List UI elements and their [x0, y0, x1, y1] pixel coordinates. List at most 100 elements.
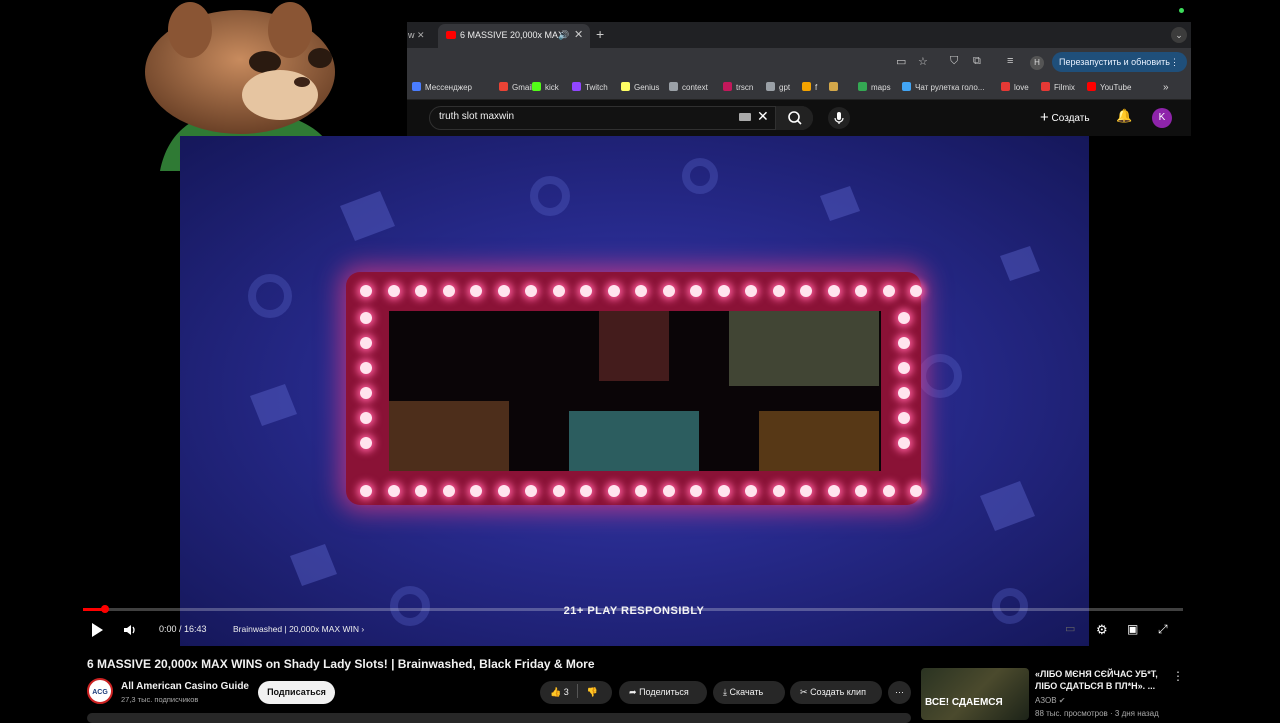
description-box[interactable] — [87, 713, 911, 723]
recommended-thumbnail-text: ВСЕ! СДАЕМСЯ — [925, 697, 1003, 708]
bookmark-2[interactable]: kick — [532, 76, 559, 100]
channel-avatar[interactable]: ACG — [87, 678, 113, 704]
marquee-bulb — [898, 437, 910, 449]
search-button[interactable] — [775, 106, 813, 130]
progress-bar[interactable] — [83, 608, 1183, 611]
subtitles-icon[interactable]: ▭ — [1065, 622, 1075, 635]
bookmark-label: love — [1014, 83, 1029, 92]
bookmark-13[interactable]: Filmix — [1041, 76, 1075, 100]
fullscreen-icon[interactable]: ⤢ — [1158, 622, 1168, 637]
marquee-bulb — [525, 485, 537, 497]
recommended-menu-icon[interactable]: ⋮ — [1172, 669, 1184, 683]
bookmark-label: Twitch — [585, 83, 608, 92]
marquee-bulb — [800, 285, 812, 297]
bookmark-label: Чат рулетка голо... — [915, 83, 985, 92]
share-icon: ➦ — [629, 687, 637, 697]
marquee-bulb — [360, 485, 372, 497]
bookmark-label: gpt — [779, 83, 791, 92]
create-button[interactable]: + Создать — [1040, 108, 1090, 128]
bookmark-favicon-icon — [902, 82, 911, 91]
star-icon[interactable]: ☆ — [918, 55, 928, 68]
marquee-bulb — [882, 285, 895, 297]
like-count: 3 — [563, 687, 569, 697]
bookmark-6[interactable]: trscn — [723, 76, 753, 100]
profile-avatar[interactable]: H — [1030, 56, 1044, 70]
recommended-title[interactable]: «ЛІБО МЄНЯ СЄЙЧАС УБ*Т, ЛІБО СДАТЬСЯ В П… — [1035, 668, 1175, 692]
bookmark-0[interactable]: Мессенджер — [412, 76, 472, 100]
notifications-bell-icon[interactable]: 🔔 — [1116, 108, 1132, 124]
marquee-bulb — [898, 362, 910, 374]
progress-scrubber[interactable] — [101, 605, 109, 613]
bookmark-14[interactable]: YouTube — [1087, 76, 1131, 100]
marquee-bulb — [360, 387, 372, 399]
bookmark-1[interactable]: Gmail — [499, 76, 533, 100]
shield-icon[interactable]: ⛉ — [950, 55, 958, 68]
channel-name[interactable]: All American Casino Guide — [121, 681, 249, 692]
marquee-bulb — [470, 285, 482, 297]
share-button[interactable]: ➦ Поделиться — [619, 681, 707, 704]
marquee-bulb — [827, 485, 840, 497]
theater-mode-icon[interactable]: ▣ — [1127, 622, 1138, 636]
recommended-thumbnail[interactable] — [921, 668, 1029, 720]
bookmark-favicon-icon — [532, 82, 541, 91]
bookmark-8[interactable]: f — [802, 76, 817, 100]
bookmark-9[interactable] — [829, 76, 842, 100]
bookmark-7[interactable]: gpt — [766, 76, 790, 100]
speaker-icon[interactable]: 🔊 — [558, 24, 569, 46]
bookmark-label: kick — [545, 83, 559, 92]
video-title: 6 MASSIVE 20,000x MAX WINS on Shady Lady… — [87, 657, 595, 671]
bookmark-favicon-icon — [1087, 82, 1096, 91]
thumbs-up-icon[interactable]: 👍 — [550, 687, 561, 697]
marquee-bulb — [662, 485, 675, 497]
bookmark-favicon-icon — [766, 82, 775, 91]
clip-button[interactable]: ✂ Создать клип — [790, 681, 882, 704]
volume-button[interactable] — [122, 622, 138, 641]
play-icon — [92, 623, 103, 637]
plus-icon: + — [1040, 109, 1049, 126]
marquee-bulb — [607, 485, 620, 497]
chapter-button[interactable]: Brainwashed | 20,000x MAX WIN › — [233, 624, 364, 634]
bookmark-4[interactable]: Genius — [621, 76, 659, 100]
tab-previous[interactable]: w ✕ — [407, 22, 434, 48]
bookmark-3[interactable]: Twitch — [572, 76, 608, 100]
marquee-bulb — [635, 285, 647, 297]
extensions-icon[interactable]: ⧉ — [973, 55, 981, 68]
bookmark-favicon-icon — [572, 82, 581, 91]
marquee-bulb — [855, 485, 867, 497]
voice-search-button[interactable] — [828, 107, 850, 129]
install-icon[interactable]: ▭ — [896, 55, 906, 68]
tab-search-icon[interactable]: ⌄ — [1171, 27, 1187, 43]
verified-icon: ✔ — [1058, 696, 1066, 705]
thumbs-down-icon[interactable]: 👎 — [587, 687, 598, 697]
play-button[interactable] — [90, 622, 104, 641]
more-actions-icon[interactable]: ⋯ — [888, 681, 911, 704]
bookmark-12[interactable]: love — [1001, 76, 1029, 100]
bookmark-5[interactable]: context — [669, 76, 708, 100]
marquee-bulb — [898, 387, 910, 399]
relaunch-button[interactable]: Перезапустить и обновить ⋮ — [1052, 52, 1187, 72]
keyboard-icon[interactable] — [739, 113, 751, 121]
bookmark-favicon-icon — [412, 82, 421, 91]
settings-gear-icon[interactable]: ⚙ — [1096, 622, 1108, 638]
like-dislike-group[interactable]: 👍 3 👎 — [540, 681, 612, 704]
bookmark-11[interactable]: Чат рулетка голо... — [902, 76, 984, 100]
download-button[interactable]: ⤓ Скачать — [713, 681, 785, 704]
reading-list-icon[interactable]: ≡ — [1007, 55, 1013, 67]
marquee-bulb — [745, 485, 757, 497]
bookmark-favicon-icon — [1041, 82, 1050, 91]
marquee-bulb — [607, 285, 620, 297]
new-tab-icon[interactable]: + — [596, 26, 604, 42]
clear-search-icon[interactable]: ✕ — [757, 108, 769, 125]
marquee-bulb — [525, 285, 537, 297]
user-avatar[interactable]: K — [1152, 108, 1172, 128]
marquee-bulb — [772, 285, 785, 297]
more-bookmarks-icon[interactable]: » — [1163, 76, 1169, 100]
marquee-bulb — [387, 285, 400, 297]
tab-active[interactable]: 6 MASSIVE 20,000x MAX 🔊 ✕ — [438, 24, 590, 48]
recommended-channel[interactable]: АЗОВ ✔ — [1035, 696, 1065, 705]
marquee-bulb — [415, 485, 427, 497]
microphone-icon — [834, 112, 844, 124]
close-tab-icon[interactable]: ✕ — [574, 24, 583, 46]
bookmark-10[interactable]: maps — [858, 76, 891, 100]
subscribe-button[interactable]: Подписаться — [258, 681, 335, 704]
